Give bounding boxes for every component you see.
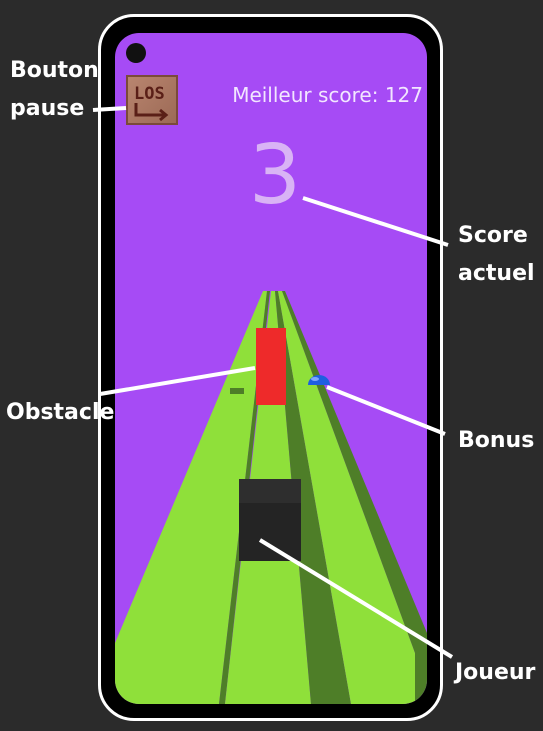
- pause-pointer: [92, 106, 127, 112]
- pause-annotation-line1: Bouton: [10, 58, 99, 83]
- score-pointer: [302, 196, 449, 247]
- bonus-annotation: Bonus: [458, 428, 535, 453]
- score-annotation-line1: Score: [458, 223, 528, 248]
- obstacle-annotation: Obstacle: [6, 400, 115, 425]
- score-annotation-line2: actuel: [458, 261, 535, 286]
- player-annotation: Joueur: [455, 660, 536, 685]
- obstacle-pointer: [99, 366, 256, 396]
- bonus-pointer: [326, 385, 446, 436]
- pause-annotation-line2: pause: [10, 96, 85, 121]
- player-pointer: [258, 538, 454, 659]
